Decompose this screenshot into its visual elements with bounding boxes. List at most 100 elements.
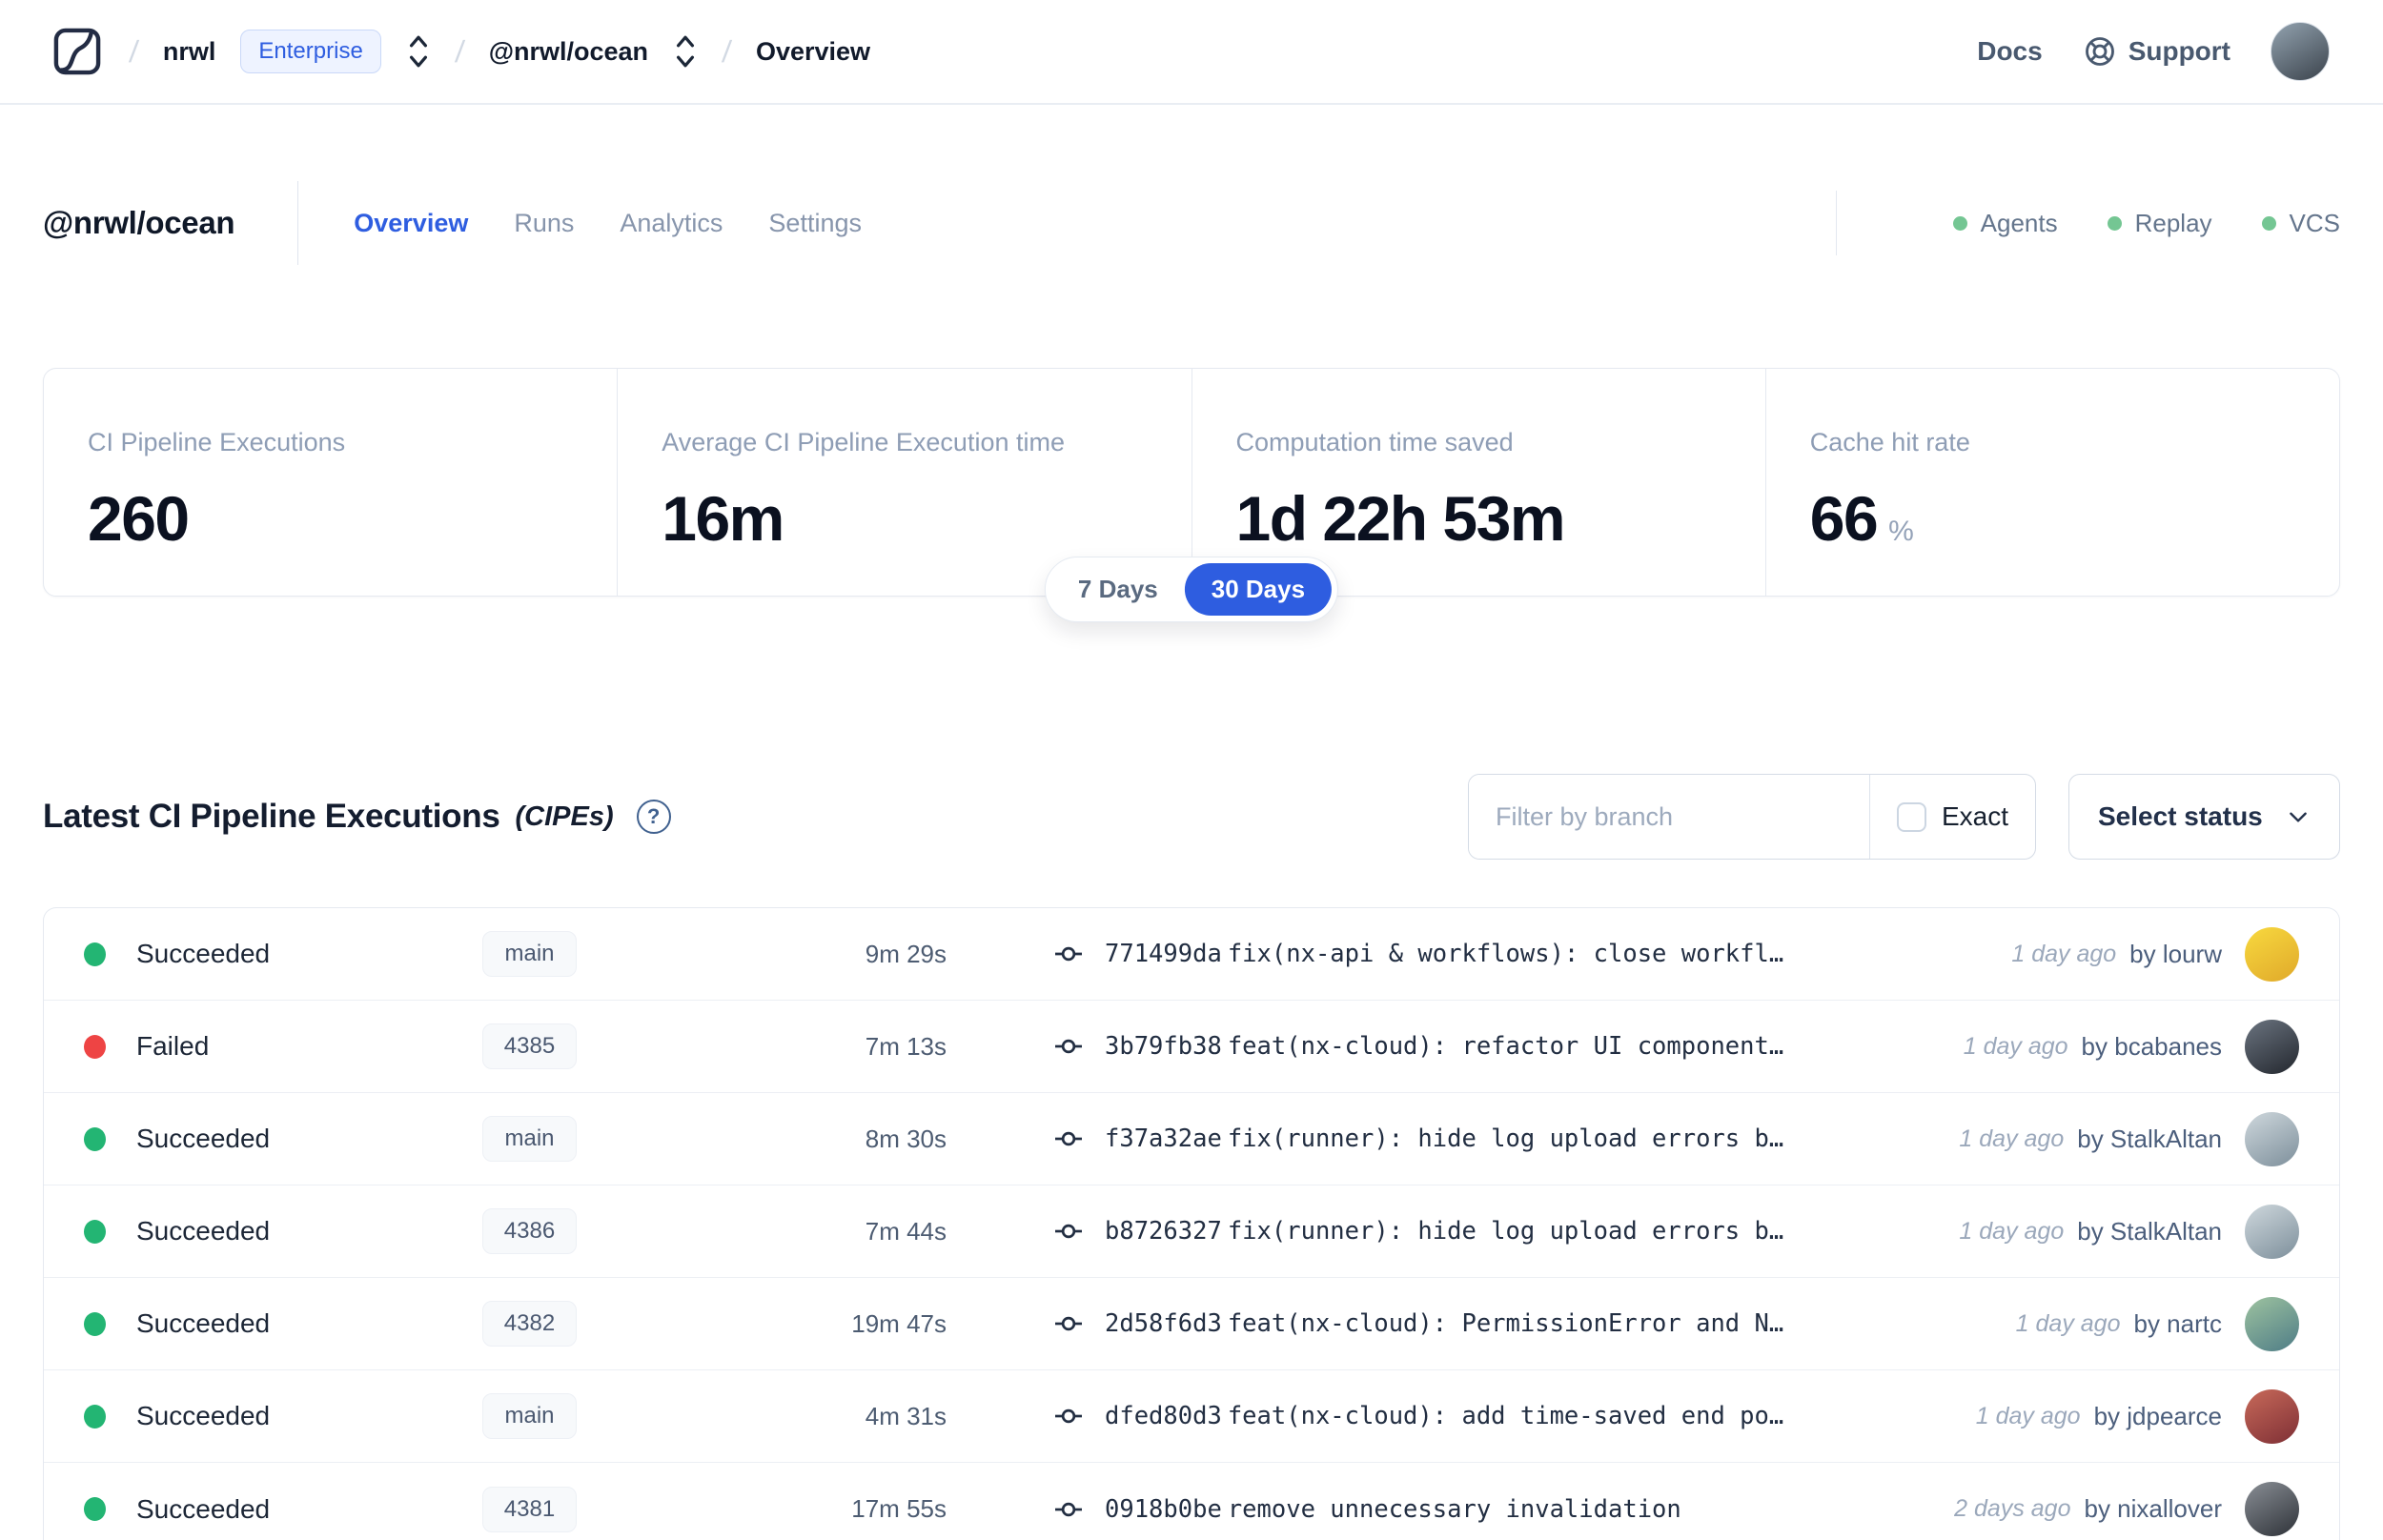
status-select-dropdown[interactable]: Select status [2068, 774, 2340, 860]
breadcrumb-org[interactable]: nrwl [163, 37, 216, 67]
git-commit-icon [1055, 1408, 1082, 1424]
exact-checkbox[interactable] [1896, 801, 1926, 832]
commit-hash: b8726327 [1105, 1217, 1222, 1246]
branch-filter-input[interactable] [1469, 775, 1869, 859]
tab-settings[interactable]: Settings [768, 209, 862, 238]
workspace-switcher-chevrons-icon[interactable] [673, 31, 698, 71]
status-agents[interactable]: Agents [1952, 209, 2058, 238]
table-row[interactable]: Succeeded 4382 19m 47s 2d58f6d3 feat(nx-c… [44, 1278, 2339, 1370]
breadcrumb-page: Overview [755, 36, 871, 66]
date-range-toggle: 7 Days 30 Days [1044, 557, 1339, 622]
row-status: Succeeded [136, 1216, 271, 1246]
status-vcs[interactable]: VCS [2261, 208, 2340, 238]
row-duration: 7m 13s [865, 1031, 947, 1061]
org-switcher-chevrons-icon[interactable] [406, 31, 431, 71]
author-avatar [2245, 1482, 2299, 1536]
stat-suffix: % [1888, 516, 1914, 547]
stat-label: Cache hit rate [1809, 428, 1970, 456]
status-replay[interactable]: Replay [2107, 208, 2212, 238]
table-row[interactable]: Succeeded main 8m 30s f37a32ae fix(runner… [44, 1093, 2339, 1185]
section-title: Latest CI Pipeline Executions [43, 798, 500, 835]
git-commit-icon [1055, 1502, 1082, 1516]
breadcrumb-workspace[interactable]: @nrwl/ocean [489, 37, 648, 67]
status-replay-label: Replay [2134, 208, 2212, 237]
tab-runs[interactable]: Runs [514, 209, 574, 238]
author-avatar [2245, 1204, 2299, 1259]
breadcrumb-separator: / [721, 33, 733, 69]
commit-message: feat(nx-cloud): add time-saved end po… [1227, 1402, 1784, 1430]
top-navbar: / nrwl Enterprise / @nrwl/ocean / Overvi… [0, 0, 2383, 105]
stats-cards: CI Pipeline Executions 260 Average CI Pi… [43, 368, 2340, 622]
stat-value: 1d 22h 53m [1235, 483, 1566, 554]
branch-badge[interactable]: 4385 [481, 1023, 578, 1069]
row-duration: 8m 30s [865, 1124, 947, 1153]
author-avatar [2245, 1019, 2299, 1074]
breadcrumb: / nrwl Enterprise / @nrwl/ocean / Overvi… [50, 24, 870, 79]
row-status: Failed [136, 1031, 210, 1061]
commit-hash: 2d58f6d3 [1105, 1309, 1222, 1338]
table-row[interactable]: Succeeded main 9m 29s 771499da fix(nx-api… [44, 908, 2339, 1001]
nx-cloud-logo-icon[interactable] [50, 24, 105, 79]
branch-filter-group: Exact [1468, 774, 2036, 860]
support-link[interactable]: Support [2083, 34, 2230, 69]
author-avatar [2245, 1111, 2299, 1166]
range-30-days[interactable]: 30 Days [1184, 563, 1333, 616]
exact-toggle[interactable]: Exact [1868, 775, 2035, 859]
status-dot-icon [84, 1404, 106, 1429]
table-row[interactable]: Succeeded main 4m 31s dfed80d3 feat(nx-cl… [44, 1370, 2339, 1463]
exact-label: Exact [1941, 801, 2008, 831]
workspace-title: @nrwl/ocean [43, 205, 235, 240]
row-status: Succeeded [136, 1124, 271, 1153]
row-status: Succeeded [136, 1493, 271, 1524]
help-icon[interactable]: ? [636, 800, 671, 834]
branch-badge[interactable]: main [482, 1116, 577, 1162]
commit-message: fix(runner): hide log upload errors b… [1227, 1217, 1784, 1246]
breadcrumb-separator: / [453, 33, 466, 69]
stat-value: 260 [88, 483, 190, 554]
stat-label: CI Pipeline Executions [88, 428, 346, 456]
table-row[interactable]: Succeeded 4381 17m 55s 0918b0be remove un… [44, 1463, 2339, 1540]
branch-badge[interactable]: main [482, 931, 577, 977]
status-dot-icon [84, 1034, 106, 1059]
branch-badge[interactable]: 4386 [481, 1208, 578, 1254]
commit-hash: dfed80d3 [1105, 1402, 1222, 1430]
author-avatar [2245, 1296, 2299, 1351]
branch-badge[interactable]: 4381 [481, 1486, 578, 1532]
status-dot-icon [84, 1497, 106, 1521]
row-duration: 17m 55s [851, 1494, 947, 1523]
git-commit-icon [1055, 1131, 1082, 1146]
stat-value: 66 [1809, 483, 1879, 554]
stat-card-executions: CI Pipeline Executions 260 [44, 369, 617, 596]
row-author: by lourw [2129, 939, 2222, 968]
green-dot-icon [2107, 215, 2122, 231]
branch-badge[interactable]: main [482, 1393, 577, 1439]
enterprise-badge: Enterprise [240, 30, 381, 73]
chevron-down-icon [2290, 812, 2307, 822]
range-7-days[interactable]: 7 Days [1051, 563, 1185, 616]
commit-hash: 0918b0be [1105, 1494, 1222, 1524]
nx-cloud-dashboard: / nrwl Enterprise / @nrwl/ocean / Overvi… [0, 0, 2383, 1540]
author-avatar [2245, 926, 2299, 982]
stat-card-cache-hit: Cache hit rate 66 % [1764, 369, 2339, 596]
status-select-label: Select status [2098, 801, 2263, 831]
row-time: 1 day ago [1959, 1125, 2065, 1152]
row-duration: 4m 31s [865, 1401, 947, 1430]
divider [1835, 191, 1837, 255]
tab-overview[interactable]: Overview [354, 209, 468, 238]
branch-badge[interactable]: 4382 [481, 1301, 578, 1347]
docs-link[interactable]: Docs [1977, 36, 2042, 67]
user-avatar[interactable] [2271, 22, 2330, 81]
tab-analytics[interactable]: Analytics [620, 209, 723, 238]
commit-message: feat(nx-cloud): PermissionError and N… [1227, 1309, 1784, 1338]
status-dot-icon [84, 942, 106, 966]
git-commit-icon [1055, 1039, 1082, 1054]
row-time: 1 day ago [1975, 1402, 2081, 1429]
table-row[interactable]: Succeeded 4386 7m 44s b8726327 fix(runner… [44, 1185, 2339, 1278]
cipe-table: Succeeded main 9m 29s 771499da fix(nx-api… [43, 907, 2340, 1540]
git-commit-icon [1055, 1224, 1082, 1239]
table-row[interactable]: Failed 4385 7m 13s 3b79fb38 feat(nx-cloud… [44, 1001, 2339, 1093]
author-avatar [2245, 1388, 2299, 1444]
commit-message: remove unnecessary invalidation [1227, 1494, 1681, 1524]
status-vcs-label: VCS [2289, 208, 2340, 237]
status-dot-icon [84, 1311, 106, 1336]
